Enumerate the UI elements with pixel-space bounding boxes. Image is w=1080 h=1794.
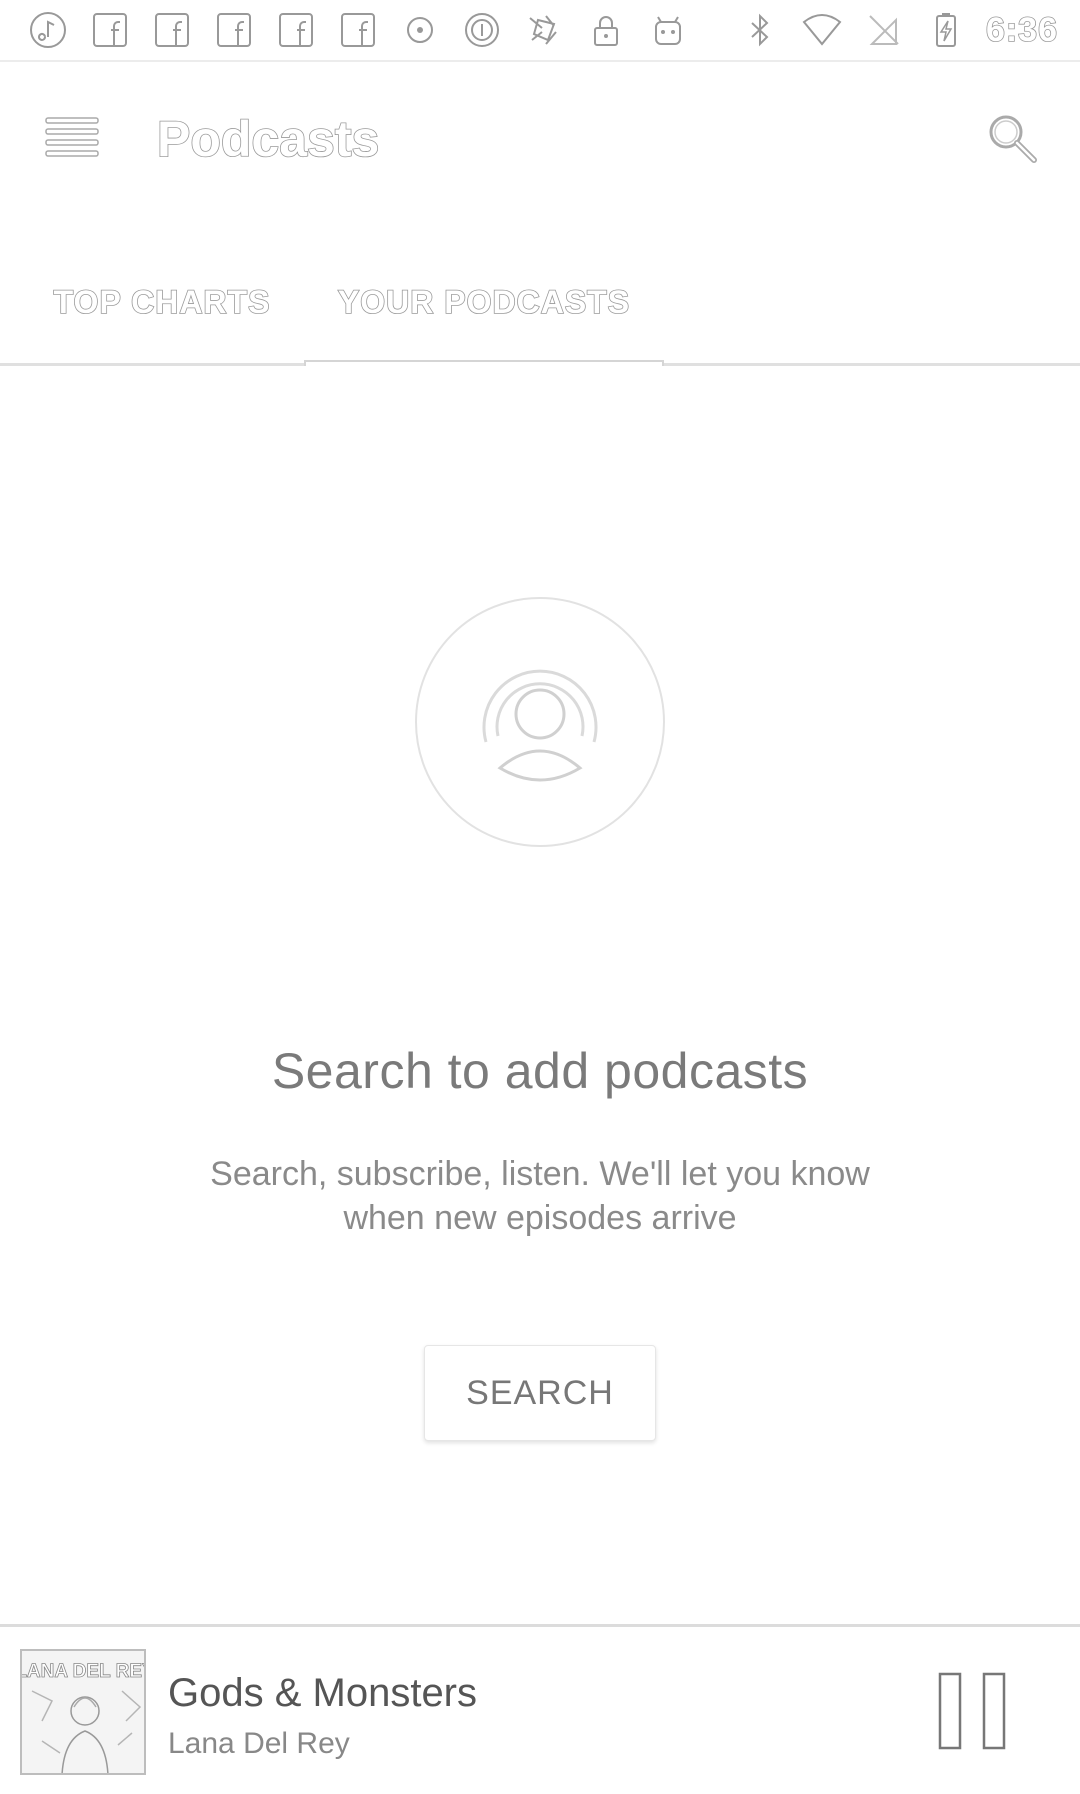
pinwheel-icon	[522, 8, 566, 52]
wifi-icon	[800, 8, 844, 52]
facebook-icon	[212, 8, 256, 52]
clock: 6:36	[985, 10, 1058, 50]
podcast-icon	[414, 596, 666, 848]
search-button[interactable]	[982, 108, 1042, 168]
now-playing-bar[interactable]: LANA DEL REY Gods & Monsters Lana Del Re…	[0, 1624, 1080, 1794]
android-icon	[646, 8, 690, 52]
menu-button[interactable]	[44, 112, 104, 162]
lock-icon	[584, 8, 628, 52]
track-title: Gods & Monsters	[168, 1671, 478, 1715]
pause-icon	[938, 1672, 1006, 1750]
empty-state-subtitle: Search, subscribe, listen. We'll let you…	[210, 1155, 870, 1237]
menu-icon	[45, 117, 99, 157]
dot-icon	[398, 8, 442, 52]
pause-button[interactable]	[938, 1671, 1008, 1751]
facebook-icon	[274, 8, 318, 52]
facebook-icon	[336, 8, 380, 52]
bluetooth-icon	[738, 8, 782, 52]
tab-top-charts[interactable]: TOP CHARTS	[46, 270, 278, 366]
notification-icons	[0, 0, 690, 60]
tab-bar: TOP CHARTS YOUR PODCASTS	[0, 270, 1080, 366]
search-icon	[989, 115, 1037, 163]
status-bar: 6:36	[0, 0, 1080, 62]
album-art-text: LANA DEL REY	[22, 1661, 146, 1682]
battery-charging-icon	[924, 8, 968, 52]
album-art[interactable]: LANA DEL REY	[20, 1649, 146, 1775]
tab-selected-indicator	[304, 360, 664, 366]
page-title: Podcasts	[156, 110, 380, 168]
facebook-icon	[150, 8, 194, 52]
app-bar: Podcasts	[0, 64, 1080, 214]
tab-your-podcasts[interactable]: YOUR PODCASTS	[304, 270, 664, 366]
facebook-icon	[88, 8, 132, 52]
music-note-icon	[26, 8, 70, 52]
circle-i-icon	[460, 8, 504, 52]
empty-state-title: Search to add podcasts	[271, 1043, 809, 1099]
track-artist: Lana Del Rey	[168, 1727, 350, 1760]
system-icons: 6:36	[738, 0, 1080, 60]
search-button-cta[interactable]: SEARCH	[424, 1345, 656, 1441]
no-sim-icon	[862, 8, 906, 52]
